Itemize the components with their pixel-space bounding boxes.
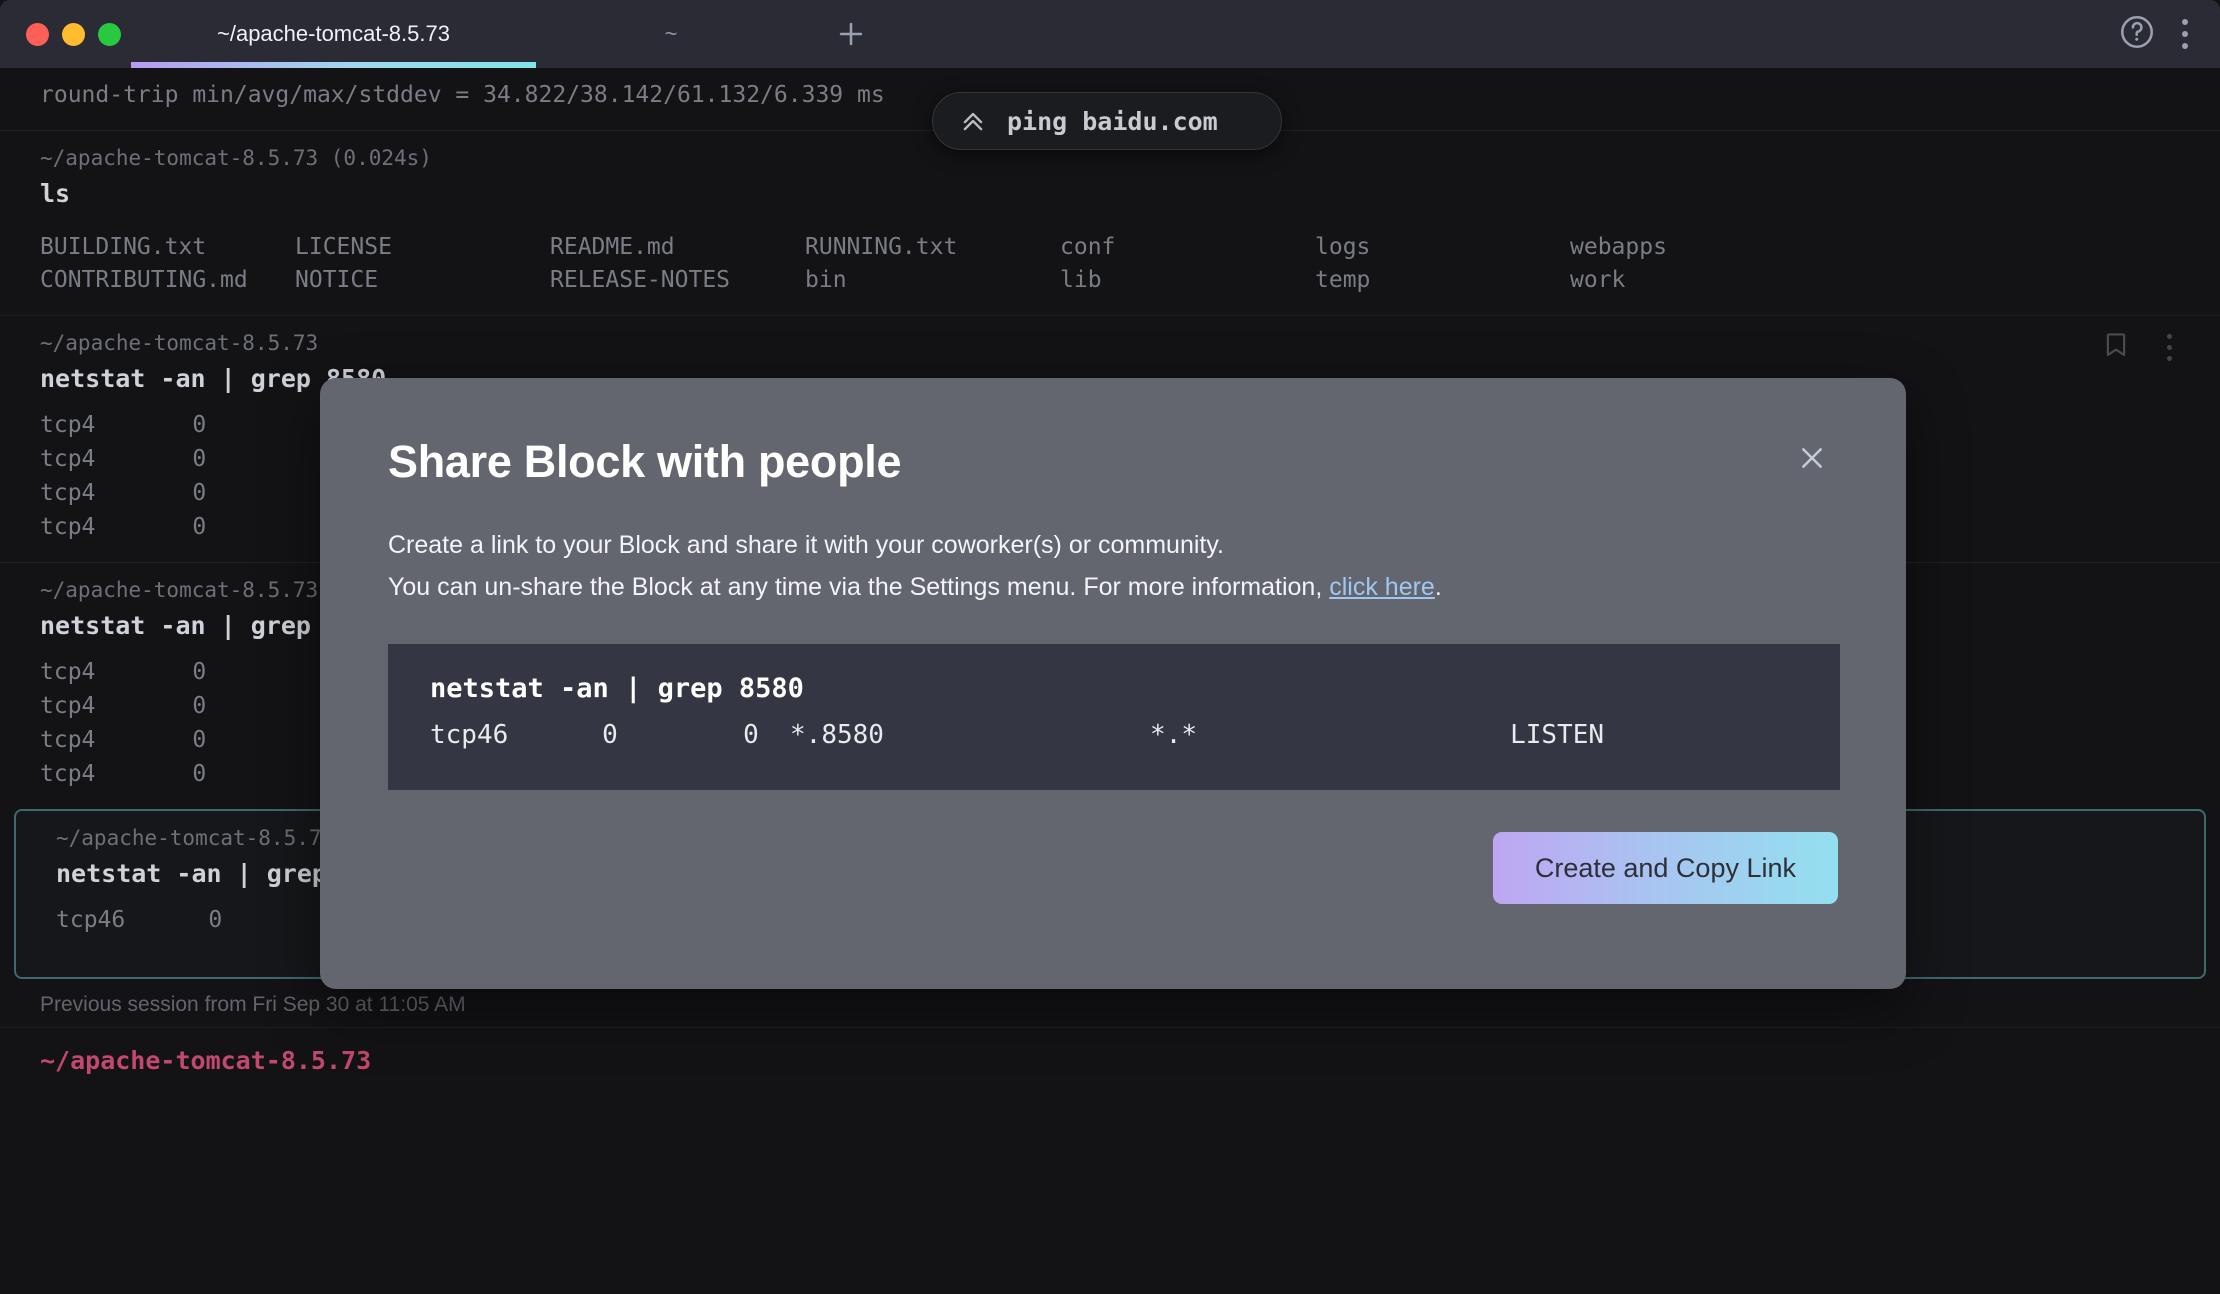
kebab-menu-icon bbox=[2182, 19, 2188, 49]
new-tab-button[interactable] bbox=[806, 0, 896, 68]
ls-cell: bin bbox=[805, 267, 847, 293]
tab-home[interactable]: ~ bbox=[536, 0, 806, 68]
dialog-body: Create a link to your Block and share it… bbox=[388, 524, 1840, 904]
terminal-block-ls[interactable]: ~/apache-tomcat-8.5.73 (0.024s) ls BUILD… bbox=[0, 130, 2220, 315]
ls-cell: NOTICE bbox=[295, 267, 379, 293]
ls-cell: RUNNING.txt bbox=[805, 234, 958, 260]
tab-label: ~/apache-tomcat-8.5.73 bbox=[217, 21, 450, 46]
window-controls bbox=[0, 22, 131, 46]
preview-command: netstat -an | grep 8580 bbox=[430, 673, 804, 704]
command-suggestion-text: ping baidu.com bbox=[1007, 106, 1218, 136]
ls-cell: BUILDING.txt bbox=[40, 234, 207, 260]
maximize-window-button[interactable] bbox=[98, 22, 121, 46]
dialog-description-line-2: You can un-share the Block at any time v… bbox=[388, 566, 1838, 608]
create-and-copy-link-button[interactable]: Create and Copy Link bbox=[1492, 832, 1838, 904]
ls-cell: logs bbox=[1315, 234, 1371, 260]
ls-cell: LICENSE bbox=[295, 234, 392, 260]
bookmark-icon[interactable] bbox=[2101, 330, 2131, 364]
ls-cell: CONTRIBUTING.md bbox=[40, 267, 248, 293]
plus-icon bbox=[834, 17, 868, 51]
prompt-path-current: ~/apache-tomcat-8.5.73 bbox=[40, 1046, 372, 1075]
app-menu-button[interactable] bbox=[2182, 19, 2188, 49]
ls-cell: README.md bbox=[550, 234, 675, 260]
shared-block-preview: netstat -an | grep 8580 tcp46 0 0 *.8580… bbox=[388, 644, 1840, 790]
title-bar: ~/apache-tomcat-8.5.73 ~ bbox=[0, 0, 2220, 68]
tab-apache-tomcat[interactable]: ~/apache-tomcat-8.5.73 bbox=[131, 0, 536, 68]
ls-cell: lib bbox=[1060, 267, 1102, 293]
learn-more-link[interactable]: click here bbox=[1329, 573, 1435, 601]
prompt-path: ~/apache-tomcat-8.5.73 bbox=[40, 331, 319, 355]
dialog-description-line-1: Create a link to your Block and share it… bbox=[388, 531, 1224, 559]
question-circle-icon bbox=[2118, 13, 2156, 56]
dialog-header: Share Block with people bbox=[388, 436, 1838, 488]
description-prefix: You can un-share the Block at any time v… bbox=[388, 573, 1330, 601]
ls-output-grid: BUILDING.txt LICENSE README.md RUNNING.t… bbox=[40, 231, 2180, 297]
block-menu-icon[interactable] bbox=[2167, 333, 2172, 361]
terminal-block-current-prompt[interactable]: ~/apache-tomcat-8.5.73 bbox=[0, 1028, 2220, 1102]
tab-label: ~ bbox=[664, 21, 678, 46]
command-text: ls bbox=[40, 179, 71, 208]
ls-cell: work bbox=[1570, 267, 1626, 293]
dialog-title: Share Block with people bbox=[388, 436, 902, 487]
preview-output: tcp46 0 0 *.8580 *.* LISTEN bbox=[430, 720, 1604, 750]
ls-cell: webapps bbox=[1570, 234, 1667, 260]
block-actions bbox=[2101, 330, 2172, 364]
description-suffix: . bbox=[1434, 573, 1442, 601]
minimize-window-button[interactable] bbox=[62, 22, 85, 46]
close-dialog-button[interactable] bbox=[1786, 436, 1838, 487]
ls-cell: conf bbox=[1060, 234, 1116, 260]
help-button[interactable] bbox=[2118, 13, 2156, 56]
dialog-footer: Create and Copy Link bbox=[388, 832, 1838, 904]
tab-strip: ~/apache-tomcat-8.5.73 ~ bbox=[131, 0, 896, 68]
close-icon bbox=[1796, 442, 1828, 481]
ls-cell: RELEASE-NOTES bbox=[550, 267, 731, 293]
double-chevron-up-icon bbox=[959, 107, 987, 135]
command-suggestion-pill[interactable]: ping baidu.com bbox=[932, 92, 1282, 150]
share-block-dialog: Share Block with people Create a link to… bbox=[320, 378, 1906, 989]
close-window-button[interactable] bbox=[26, 22, 49, 46]
title-bar-actions bbox=[2118, 13, 2220, 56]
ls-cell: temp bbox=[1315, 267, 1371, 293]
terminal-app-window: ~/apache-tomcat-8.5.73 ~ round-trip min/… bbox=[0, 0, 2220, 1294]
